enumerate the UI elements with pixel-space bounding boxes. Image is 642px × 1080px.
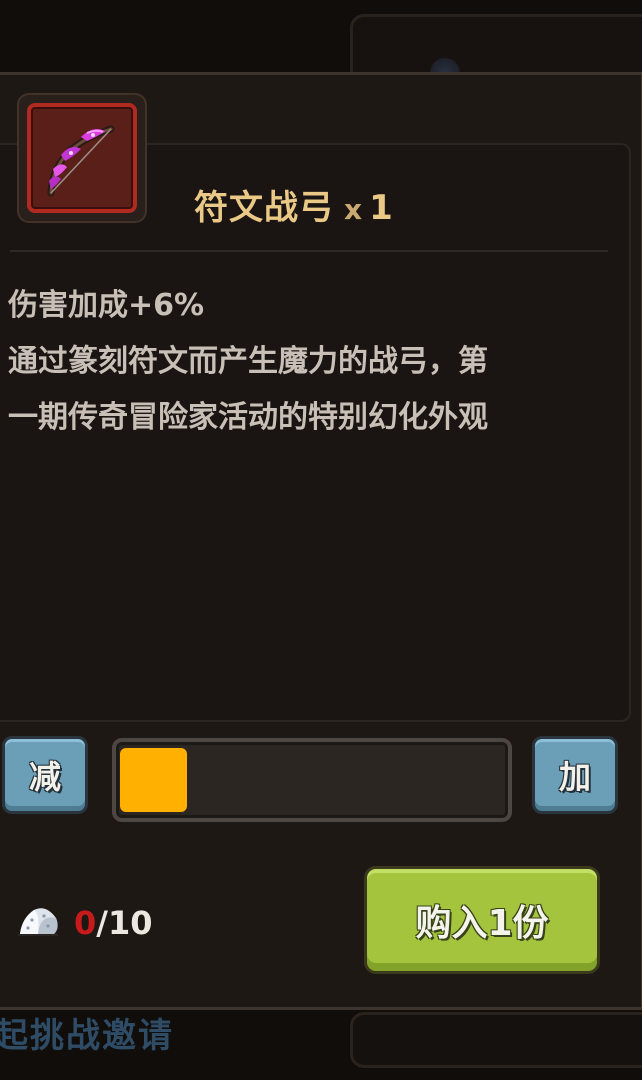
buy-button[interactable]: 购入1份 — [364, 866, 600, 974]
quantity-slider[interactable] — [112, 738, 512, 822]
price-display: 0/10 — [74, 904, 152, 942]
quantity-slider-fill[interactable] — [120, 748, 187, 812]
background-panel-bottom — [350, 1012, 642, 1068]
item-icon-slot — [27, 103, 137, 213]
rune-bow-icon — [47, 125, 115, 197]
background-challenge-text: 起挑战邀请 — [0, 1016, 174, 1056]
increase-button[interactable]: 加 — [532, 736, 618, 814]
description-stat-line: 伤害加成+6% — [8, 288, 205, 323]
item-quantity-prefix: x — [344, 193, 364, 226]
decrease-button[interactable]: 减 — [2, 736, 88, 814]
description-line: 一期传奇冒险家活动的特别幻化外观 — [8, 400, 488, 435]
item-icon-frame — [17, 93, 147, 223]
title-divider — [10, 250, 608, 252]
owned-amount: 0 — [74, 904, 97, 942]
item-quantity: 1 — [369, 188, 394, 228]
price-cost: 10 — [107, 904, 153, 942]
item-name: 符文战弓 — [194, 188, 334, 228]
description-line: 通过篆刻符文而产生魔力的战弓，第 — [8, 344, 488, 379]
price-separator: / — [96, 904, 108, 942]
item-title: 符文战弓 x 1 — [194, 180, 394, 229]
diamond-ore-icon — [18, 908, 58, 936]
item-description: 伤害加成+6% 通过篆刻符文而产生魔力的战弓，第 一期传奇冒险家活动的特别幻化外… — [8, 278, 618, 446]
